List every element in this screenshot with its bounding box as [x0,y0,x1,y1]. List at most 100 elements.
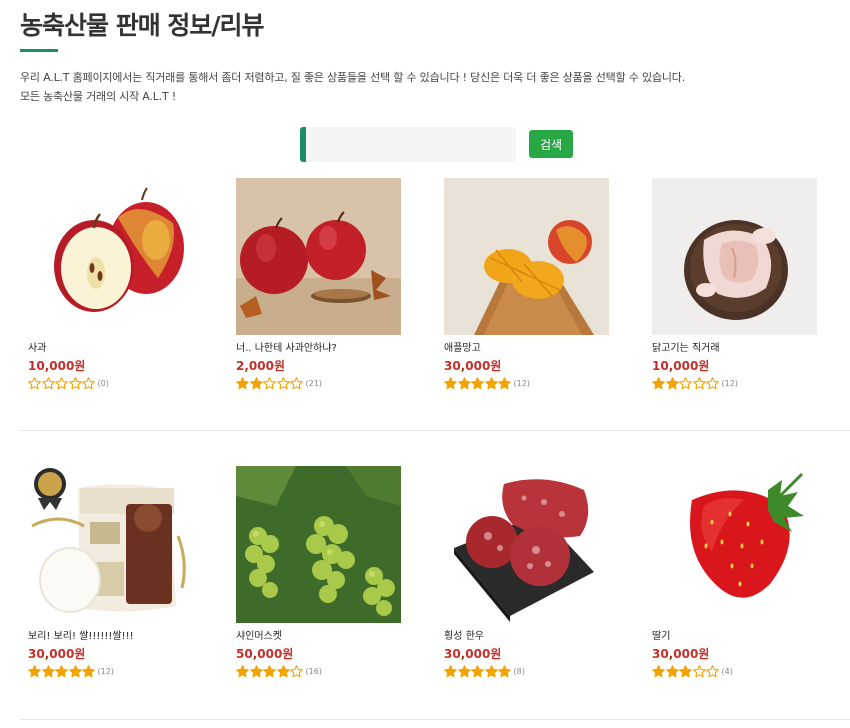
product-name[interactable]: 애플망고 [444,342,634,356]
search-bar: 검색 [300,127,573,162]
review-count: (12) [97,666,114,676]
star-empty-icon [679,376,692,389]
star-rating [652,376,720,390]
product-price: 30,000원 [444,359,502,373]
product-rating: (12) [444,376,634,390]
product-card[interactable]: 샤인머스켓 50,000원 (16) [236,466,426,678]
star-rating [444,664,512,678]
star-empty-icon [290,664,303,677]
title-underline [20,49,58,52]
product-price: 50,000원 [236,647,294,661]
product-price: 10,000원 [28,359,86,373]
star-filled-icon [484,664,498,677]
star-filled-icon [236,376,249,389]
product-card[interactable]: 애플망고 30,000원 (12) [444,178,634,390]
star-filled-icon [249,376,263,389]
star-empty-icon [290,376,303,389]
product-image-grapes[interactable] [236,466,401,623]
product-rating: (12) [28,664,218,678]
star-filled-icon [679,664,692,677]
product-price: 30,000원 [652,647,710,661]
star-empty-icon [28,376,41,389]
product-card[interactable]: 횡성 한우 30,000원 (8) [444,466,634,678]
star-rating [236,664,304,678]
intro-text: 우리 A.L.T 홈페이지에서는 직거래를 통해서 좀더 저렴하고, 질 좋은 … [20,68,685,106]
product-image-rice-bag[interactable] [28,466,193,623]
product-card[interactable]: 닭고기는 직거래 10,000원 (12) [652,178,842,390]
star-filled-icon [498,376,511,389]
star-rating [236,376,304,390]
star-filled-icon [484,376,498,389]
star-filled-icon [82,664,95,677]
review-count: (8) [513,666,525,676]
product-image-beef[interactable] [444,466,609,623]
row-divider [20,430,850,431]
star-filled-icon [263,664,276,677]
star-rating [28,376,96,390]
review-count: (21) [305,378,322,388]
star-filled-icon [249,664,263,677]
product-card[interactable]: 사과 10,000원 (0) [28,178,218,390]
product-name[interactable]: 닭고기는 직거래 [652,342,842,356]
search-input[interactable] [300,127,516,162]
product-price: 30,000원 [444,647,502,661]
product-name[interactable]: 보리! 보리! 쌀!!!!!!쌀!!! [28,630,218,644]
star-filled-icon [457,664,471,677]
product-image-apple[interactable] [28,178,193,335]
intro-line-1: 우리 A.L.T 홈페이지에서는 직거래를 통해서 좀더 저렴하고, 질 좋은 … [20,71,686,84]
row-divider [20,719,850,720]
product-image-mango[interactable] [444,178,609,335]
product-image-chicken[interactable] [652,178,817,335]
review-count: (16) [305,666,322,676]
product-name[interactable]: 사과 [28,342,218,356]
star-filled-icon [471,664,484,677]
product-card[interactable]: 너.. 나한테 사과안하냐? 2,000원 (21) [236,178,426,390]
product-rating: (12) [652,376,842,390]
product-card[interactable]: 보리! 보리! 쌀!!!!!!쌀!!! 30,000원 (12) [28,466,218,678]
star-empty-icon [82,376,95,389]
product-image-apples-on-cloth[interactable] [236,178,401,335]
star-empty-icon [692,376,706,389]
star-empty-icon [68,376,82,389]
star-rating [28,664,96,678]
star-filled-icon [28,664,41,677]
product-price: 30,000원 [28,647,86,661]
review-count: (4) [721,666,733,676]
star-filled-icon [236,664,249,677]
star-filled-icon [41,664,55,677]
star-empty-icon [55,376,68,389]
product-name[interactable]: 너.. 나한테 사과안하냐? [236,342,426,356]
star-empty-icon [706,664,719,677]
page-title: 농축산물 판매 정보/리뷰 [20,11,265,40]
review-count: (12) [721,378,738,388]
star-empty-icon [706,376,719,389]
star-filled-icon [444,376,457,389]
star-empty-icon [263,376,276,389]
search-button[interactable]: 검색 [529,130,573,158]
star-filled-icon [665,664,679,677]
star-filled-icon [471,376,484,389]
star-empty-icon [41,376,55,389]
product-rating: (4) [652,664,842,678]
product-rating: (0) [28,376,218,390]
product-rating: (21) [236,376,426,390]
star-filled-icon [444,664,457,677]
star-rating [444,376,512,390]
star-filled-icon [665,376,679,389]
product-name[interactable]: 샤인머스켓 [236,630,426,644]
star-empty-icon [692,664,706,677]
product-name[interactable]: 딸기 [652,630,842,644]
star-filled-icon [652,376,665,389]
star-filled-icon [457,376,471,389]
star-empty-icon [276,376,290,389]
star-filled-icon [276,664,290,677]
star-filled-icon [498,664,511,677]
intro-line-2: 모든 농축산물 거래의 시작 A.L.T ! [20,90,176,103]
star-filled-icon [55,664,68,677]
star-filled-icon [68,664,82,677]
star-rating [652,664,720,678]
product-card[interactable]: 딸기 30,000원 (4) [652,466,842,678]
product-name[interactable]: 횡성 한우 [444,630,634,644]
review-count: (12) [513,378,530,388]
product-image-strawberry[interactable] [652,466,817,623]
